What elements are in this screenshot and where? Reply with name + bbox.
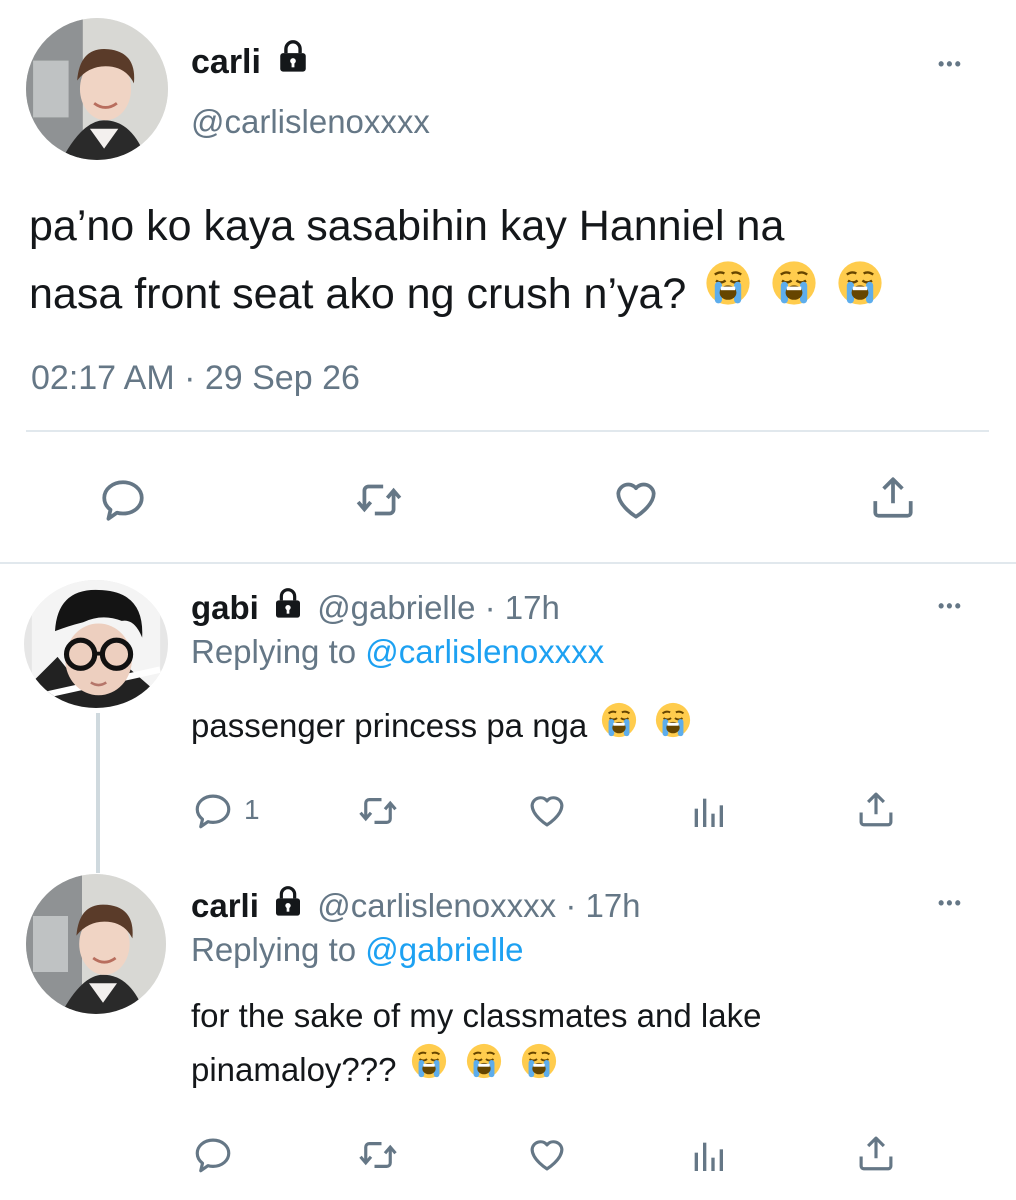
- lock-icon: [276, 39, 310, 84]
- tweet-timestamp[interactable]: 02:17 AM · 29 Sep 26: [31, 358, 360, 398]
- more-options-button[interactable]: •••: [938, 893, 963, 914]
- loudly-crying-face-emoji: [704, 259, 752, 327]
- analytics-icon[interactable]: [688, 792, 728, 832]
- reply-icon[interactable]: [192, 790, 234, 832]
- reply-header: carli @carlislenoxxxx · 17h: [191, 886, 641, 926]
- replying-to-label: Replying to: [191, 633, 357, 670]
- loudly-crying-face-emoji: [600, 701, 638, 750]
- reply-count: 1: [244, 794, 260, 825]
- heart-icon[interactable]: [525, 1133, 569, 1175]
- share-icon[interactable]: [868, 472, 918, 522]
- tweet-text-line-2: nasa front seat ako ng crush n’ya?: [29, 260, 999, 328]
- reply-author-avatar[interactable]: [24, 580, 168, 708]
- replying-to-line: Replying to @gabrielle: [191, 930, 524, 970]
- reply-text-line-2: pinamaloy???: [191, 1043, 761, 1097]
- reply-display-name[interactable]: carli: [191, 887, 259, 924]
- lock-icon: [272, 885, 304, 926]
- reply-text: for the sake of my classmates and lake p…: [191, 989, 761, 1097]
- author-name-row: carli: [191, 40, 310, 84]
- reply-header: gabi @gabrielle · 17h: [191, 588, 560, 628]
- replying-to-link[interactable]: @carlislenoxxxx: [365, 633, 604, 670]
- replying-to-line: Replying to @carlislenoxxxx: [191, 632, 604, 672]
- tweet-text-line-1: pa’no ko kaya sasabihin kay Hanniel na: [29, 202, 785, 250]
- tweet-text-line-2-text: nasa front seat ako ng crush n’ya?: [29, 270, 687, 318]
- loudly-crying-face-emoji: [520, 1042, 558, 1096]
- author-avatar[interactable]: [26, 18, 168, 160]
- section-divider: [0, 562, 1016, 564]
- reply-time[interactable]: · 17h: [565, 887, 640, 924]
- author-display-name[interactable]: carli: [191, 43, 261, 81]
- reply-time[interactable]: · 17h: [485, 589, 560, 626]
- share-icon[interactable]: [855, 1132, 897, 1174]
- replying-to-label: Replying to: [191, 931, 357, 968]
- reply-text-content: passenger princess pa nga: [191, 707, 588, 744]
- heart-icon[interactable]: [525, 789, 569, 831]
- lock-icon: [272, 587, 304, 628]
- heart-icon[interactable]: [610, 474, 662, 524]
- reply-display-name[interactable]: gabi: [191, 589, 259, 626]
- more-options-button[interactable]: •••: [938, 596, 963, 617]
- retweet-icon[interactable]: [353, 475, 405, 525]
- retweet-icon[interactable]: [356, 1134, 400, 1176]
- reply-text: passenger princess pa nga: [191, 704, 692, 750]
- thread-line: [96, 713, 100, 873]
- loudly-crying-face-emoji: [410, 1042, 448, 1096]
- loudly-crying-face-emoji: [770, 259, 818, 327]
- retweet-icon[interactable]: [356, 790, 400, 832]
- divider: [26, 430, 989, 432]
- reply-icon[interactable]: [192, 1134, 234, 1176]
- analytics-icon[interactable]: [688, 1136, 728, 1176]
- reply-text-line-1: for the sake of my classmates and lake: [191, 997, 762, 1034]
- loudly-crying-face-emoji: [654, 701, 692, 750]
- replying-to-link[interactable]: @gabrielle: [365, 931, 523, 968]
- author-handle[interactable]: @carlislenoxxxx: [191, 101, 430, 143]
- reply-icon[interactable]: [98, 475, 148, 525]
- tweet-text: pa’no ko kaya sasabihin kay Hanniel na n…: [29, 192, 999, 328]
- more-options-button[interactable]: •••: [938, 54, 963, 75]
- loudly-crying-face-emoji: [465, 1042, 503, 1096]
- reply-author-avatar[interactable]: [26, 874, 166, 1014]
- reply-handle[interactable]: @gabrielle: [317, 589, 475, 626]
- share-icon[interactable]: [855, 788, 897, 830]
- loudly-crying-face-emoji: [836, 259, 884, 327]
- reply-text-line-2-text: pinamaloy???: [191, 1051, 397, 1088]
- reply-handle[interactable]: @carlislenoxxxx: [317, 887, 556, 924]
